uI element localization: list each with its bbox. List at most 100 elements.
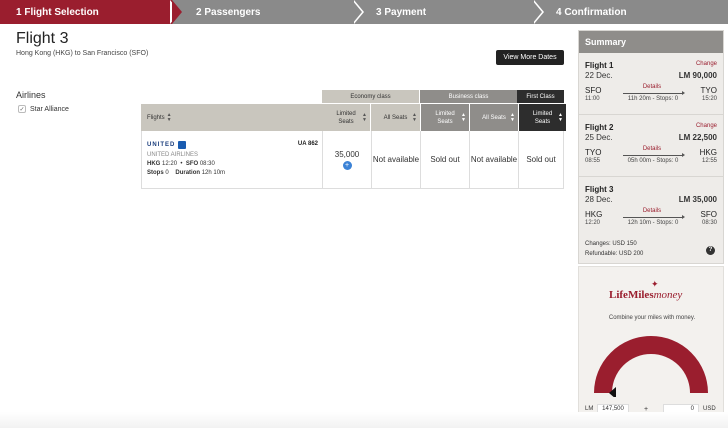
change-link[interactable]: Change bbox=[696, 123, 717, 129]
airline-name: UNITED AIRLINES bbox=[147, 152, 199, 158]
summary-leg: Flight 1 Change 22 Dec. LM 90,000 SFO TY… bbox=[579, 53, 723, 115]
fare-bus-limited: Sold out bbox=[421, 131, 470, 188]
first-class-header: First Class bbox=[517, 90, 564, 103]
leg-title: Flight 2 bbox=[585, 123, 614, 132]
leg-duration: 12h 10m - Stops: 0 bbox=[627, 220, 679, 226]
sort-icon: ▲ ▼ bbox=[412, 112, 417, 123]
sort-econ-all[interactable]: All Seats ▲ ▼ bbox=[371, 104, 420, 131]
sort-bus-all[interactable]: All Seats ▲ ▼ bbox=[470, 104, 518, 131]
checkbox[interactable]: ✓ bbox=[18, 105, 26, 113]
lifemiles-money-widget: ✦ LifeMilesmoney Combine your miles with… bbox=[578, 266, 724, 424]
header-label: Flights bbox=[147, 114, 165, 121]
logo-money: money bbox=[653, 289, 683, 301]
leg-to: HKG bbox=[699, 148, 717, 157]
summary-title: Summary bbox=[579, 31, 723, 53]
leg-from: HKG bbox=[585, 210, 603, 219]
arr-time: 08:30 bbox=[199, 161, 215, 167]
leg-to: SFO bbox=[700, 210, 717, 219]
step-label: 1 Flight Selection bbox=[16, 6, 99, 18]
leg-date: 25 Dec. bbox=[585, 133, 613, 142]
step-label: 2 Passengers bbox=[196, 6, 261, 18]
airlines-filter-heading: Airlines bbox=[16, 90, 46, 100]
fare-bus-all: Not available bbox=[470, 131, 519, 188]
check-icon: ✓ bbox=[19, 106, 25, 113]
filter-star-alliance[interactable]: ✓ Star Alliance bbox=[18, 105, 69, 113]
leg-date: 28 Dec. bbox=[585, 195, 613, 204]
header-label: All Seats bbox=[383, 114, 408, 121]
step-flight-selection[interactable]: 1 Flight Selection bbox=[0, 0, 182, 24]
page-title: Flight 3 bbox=[16, 30, 69, 47]
details-link[interactable]: Details bbox=[627, 84, 677, 90]
select-plus-icon[interactable]: + bbox=[342, 160, 352, 170]
sort-icon: ▲ ▼ bbox=[461, 112, 466, 123]
sort-bus-limited[interactable]: Limited Seats ▲ ▼ bbox=[421, 104, 469, 131]
gauge-arc bbox=[594, 336, 708, 394]
lifemiles-subtitle: Combine your miles with money. bbox=[608, 315, 696, 321]
table-subheader: Flights ▲ ▼ Limited Seats ▲ ▼ All Seats ▲ ▼… bbox=[141, 104, 566, 131]
summary-panel: Summary Flight 1 Change 22 Dec. LM 90,00… bbox=[578, 30, 724, 264]
route-arrow-icon bbox=[623, 153, 685, 157]
leg-duration: 11h 20m - Stops: 0 bbox=[627, 96, 679, 102]
sort-flights[interactable]: Flights ▲ ▼ bbox=[141, 104, 322, 131]
sort-icon: ▲ ▼ bbox=[510, 112, 515, 123]
sort-icon: ▲ ▼ bbox=[362, 112, 367, 123]
stops-value: 0 bbox=[165, 170, 169, 176]
leg-title: Flight 1 bbox=[585, 61, 614, 70]
airline-logo-text: UNITED bbox=[147, 142, 176, 148]
leg-to-time: 08:30 bbox=[701, 220, 717, 226]
sort-icon: ▲ ▼ bbox=[558, 112, 563, 123]
flight-info-cell: UNITED UA 862 UNITED AIRLINES HKG 12:20 … bbox=[142, 131, 323, 188]
changes-fee: Changes: USD 150 bbox=[585, 241, 637, 247]
step-label: 4 Confirmation bbox=[556, 6, 627, 18]
leg-title: Flight 3 bbox=[585, 185, 614, 194]
view-more-dates-button[interactable]: View More Dates bbox=[496, 50, 564, 65]
help-icon[interactable]: ? bbox=[706, 246, 715, 255]
refundable-fee: Refundable: USD 200 bbox=[585, 251, 644, 257]
leg-to: TYO bbox=[700, 86, 717, 95]
summary-leg: Flight 3 28 Dec. LM 35,000 HKG SFO Detai… bbox=[579, 177, 723, 239]
summary-leg: Flight 2 Change 25 Dec. LM 22,500 TYO HK… bbox=[579, 115, 723, 177]
lifemiles-logo: LifeMilesmoney bbox=[609, 289, 682, 301]
leg-duration: 05h 00m - Stops: 0 bbox=[627, 158, 679, 164]
fee-info: Changes: USD 150 Refundable: USD 200 bbox=[585, 239, 643, 259]
duration-value: 12h 10m bbox=[201, 170, 226, 176]
leg-from: TYO bbox=[585, 148, 602, 157]
step-confirmation: 4 Confirmation bbox=[532, 0, 728, 24]
leg-miles: LM 22,500 bbox=[678, 133, 717, 142]
page-footer-fade bbox=[0, 412, 728, 428]
sort-first-limited[interactable]: Limited Seats ▲ ▼ bbox=[519, 104, 566, 131]
change-link[interactable]: Change bbox=[696, 61, 717, 67]
fare-econ-all: Not available bbox=[372, 131, 421, 188]
duration-label: Duration bbox=[175, 170, 201, 176]
fare-price: 35,000 bbox=[334, 149, 360, 159]
miles-gauge[interactable] bbox=[591, 331, 711, 397]
header-label: Limited Seats bbox=[435, 110, 455, 125]
sort-icon: ▲ ▼ bbox=[166, 111, 172, 123]
header-label: Limited Seats bbox=[336, 110, 356, 125]
leg-from-time: 08:55 bbox=[585, 158, 601, 164]
flight-number: UA 862 bbox=[297, 141, 318, 147]
filter-label: Star Alliance bbox=[30, 105, 69, 113]
dep-code: HKG bbox=[147, 161, 161, 167]
leg-miles: LM 35,000 bbox=[678, 195, 717, 204]
leg-date: 22 Dec. bbox=[585, 71, 613, 80]
sort-econ-limited[interactable]: Limited Seats ▲ ▼ bbox=[322, 104, 370, 131]
step-passengers: 2 Passengers bbox=[170, 0, 364, 24]
stops-label: Stops bbox=[147, 170, 164, 176]
logo-main: LifeMiles bbox=[609, 289, 654, 301]
business-class-header: Business class bbox=[420, 90, 517, 103]
fare-econ-limited[interactable]: 35,000 + bbox=[323, 131, 372, 188]
route-arrow-icon bbox=[623, 215, 685, 219]
details-link[interactable]: Details bbox=[627, 146, 677, 152]
economy-class-header: Economy class bbox=[322, 90, 419, 103]
leg-from-time: 11:00 bbox=[585, 96, 600, 102]
flight-times: HKG 12:20 • SFO 08:30 bbox=[147, 161, 215, 167]
leg-to-time: 12:55 bbox=[701, 158, 717, 164]
leg-from-time: 12:20 bbox=[585, 220, 601, 226]
table-row: UNITED UA 862 UNITED AIRLINES HKG 12:20 … bbox=[141, 131, 564, 189]
flight-stops: Stops 0 Duration 12h 10m bbox=[147, 170, 225, 176]
details-link[interactable]: Details bbox=[627, 208, 677, 214]
leg-miles: LM 90,000 bbox=[678, 71, 717, 80]
airline-logo: UNITED bbox=[147, 141, 187, 149]
dep-time: 12:20 bbox=[162, 161, 178, 167]
